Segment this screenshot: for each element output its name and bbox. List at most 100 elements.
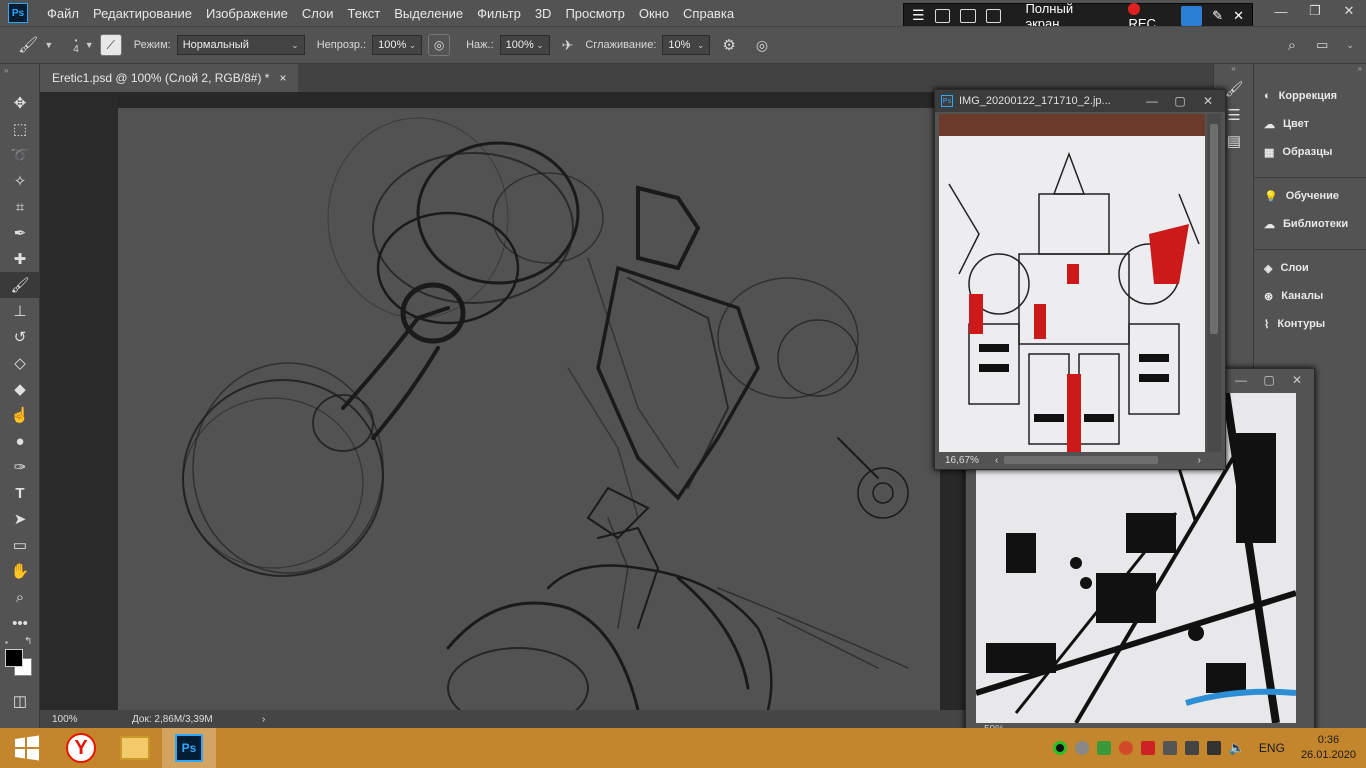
type-tool-icon[interactable]: T	[0, 480, 40, 506]
reference-window-1-scrollbar[interactable]	[1207, 114, 1221, 452]
reference-window-1-zoom[interactable]: 16,67%	[945, 455, 995, 466]
quick-mask-icon[interactable]: ◫	[0, 688, 40, 714]
region-select-icon[interactable]	[960, 8, 976, 23]
menu-layers[interactable]: Слои	[295, 6, 341, 21]
maximize-icon[interactable]: ▢	[1258, 373, 1280, 387]
crop-select-icon[interactable]	[985, 8, 1002, 23]
default-colors-icon[interactable]: ▪	[5, 638, 8, 647]
recorder-close-icon[interactable]: ✕	[1233, 8, 1244, 24]
network-icon[interactable]	[1206, 741, 1221, 755]
collapse-arrows-icon[interactable]: »	[1254, 64, 1366, 82]
brush-panel-toggle-icon[interactable]: ⟋	[99, 34, 122, 56]
path-selection-tool-icon[interactable]: ➤	[0, 506, 40, 532]
smoothing-input[interactable]: 10% ⌄	[662, 35, 711, 55]
sketch-canvas[interactable]	[118, 108, 940, 710]
language-indicator[interactable]: ENG	[1259, 741, 1285, 755]
minimize-button[interactable]: —	[1264, 0, 1298, 22]
zoom-tool-icon[interactable]: ⌕	[0, 584, 40, 610]
menu-file[interactable]: Файл	[40, 6, 86, 21]
tray-icon[interactable]	[1118, 741, 1133, 755]
panel-color[interactable]: ☁ Цвет	[1254, 110, 1366, 138]
history-brush-tool-icon[interactable]: ↺	[0, 324, 40, 350]
paint-bucket-tool-icon[interactable]: ◆	[0, 376, 40, 402]
status-menu-arrow-icon[interactable]: ›	[262, 714, 265, 725]
tray-icon[interactable]	[1184, 741, 1199, 755]
menu-3d[interactable]: 3D	[528, 6, 559, 21]
menu-help[interactable]: Справка	[676, 6, 741, 21]
menu-image[interactable]: Изображение	[199, 6, 295, 21]
record-status-icon[interactable]	[1052, 741, 1067, 755]
menu-window[interactable]: Окно	[632, 6, 676, 21]
close-icon[interactable]: ✕	[1197, 94, 1219, 108]
pressure-input[interactable]: 100% ⌄	[499, 35, 550, 55]
foreground-color-swatch[interactable]	[5, 649, 23, 667]
camera-icon[interactable]	[1180, 5, 1203, 26]
close-button[interactable]: ✕	[1332, 0, 1366, 22]
swap-colors-icon[interactable]: ↰	[24, 636, 32, 647]
lasso-tool-icon[interactable]: ➰	[0, 142, 40, 168]
scroll-thumb[interactable]	[1210, 124, 1218, 334]
tray-icon[interactable]	[1162, 741, 1177, 755]
photoshop-taskbar-button[interactable]: Ps	[162, 728, 216, 768]
crop-tool-icon[interactable]: ⌗	[0, 194, 40, 220]
opacity-input[interactable]: 100% ⌄	[372, 35, 423, 55]
minimize-icon[interactable]: —	[1141, 94, 1163, 108]
horizontal-scrollbar[interactable]	[1004, 456, 1158, 464]
pen-tool-icon[interactable]: ✑	[0, 454, 40, 480]
shield-icon[interactable]	[1096, 741, 1111, 755]
menu-edit[interactable]: Редактирование	[86, 6, 199, 21]
clock[interactable]: 0:36 26.01.2020	[1301, 733, 1356, 763]
magic-wand-tool-icon[interactable]: ✧	[0, 168, 40, 194]
more-tools-icon[interactable]: •••	[0, 610, 40, 636]
marquee-tool-icon[interactable]: ⬚	[0, 116, 40, 142]
minimize-icon[interactable]: —	[1230, 373, 1252, 387]
yandex-browser-button[interactable]: Y	[54, 728, 108, 768]
zoom-level[interactable]: 100%	[52, 714, 132, 725]
tab-close-icon[interactable]: ×	[279, 71, 286, 85]
rectangle-tool-icon[interactable]: ▭	[0, 532, 40, 558]
brush-tool-icon[interactable]: 🖌	[0, 272, 40, 298]
panel-paths[interactable]: ⌇ Контуры	[1254, 310, 1366, 338]
panel-channels[interactable]: ⊛ Каналы	[1254, 282, 1366, 310]
menu-type[interactable]: Текст	[341, 6, 388, 21]
chevron-down-icon[interactable]: ▼	[85, 40, 94, 50]
window-select-icon[interactable]	[934, 8, 951, 23]
healing-brush-tool-icon[interactable]: ✚	[0, 246, 40, 272]
panel-swatches[interactable]: ▦ Образцы	[1254, 138, 1366, 166]
airbrush-icon[interactable]: ✈	[562, 37, 574, 54]
mode-select[interactable]: Нормальный ⌄	[176, 35, 305, 55]
eraser-tool-icon[interactable]: ◇	[0, 350, 40, 376]
pressure-opacity-icon[interactable]: ◎	[428, 34, 451, 56]
eyedropper-tool-icon[interactable]: ✒	[0, 220, 40, 246]
tray-icon[interactable]	[1074, 741, 1089, 755]
close-icon[interactable]: ✕	[1286, 373, 1308, 387]
chevron-down-icon[interactable]: ⌄	[1346, 40, 1354, 51]
volume-icon[interactable]: 🔈	[1229, 740, 1245, 756]
start-button[interactable]	[0, 728, 54, 768]
search-icon[interactable]: ⌕	[1288, 37, 1296, 54]
gear-icon[interactable]: ⚙	[722, 36, 735, 54]
file-explorer-button[interactable]	[108, 728, 162, 768]
collapse-arrows-icon[interactable]: »	[0, 64, 39, 90]
brush-size-picker[interactable]: • 4	[73, 36, 79, 55]
dodge-tool-icon[interactable]: ●	[0, 428, 40, 454]
collapse-arrows-icon[interactable]: «	[1214, 64, 1253, 76]
scroll-left-icon[interactable]: ‹	[995, 455, 998, 466]
move-tool-icon[interactable]: ✥	[0, 90, 40, 116]
tray-icon[interactable]	[1140, 741, 1155, 755]
panel-learn[interactable]: 💡 Обучение	[1254, 182, 1366, 210]
menu-view[interactable]: Просмотр	[558, 6, 631, 21]
stamp-tool-icon[interactable]: ⊥	[0, 298, 40, 324]
panel-adjustments[interactable]: ◐ Коррекция	[1254, 82, 1366, 110]
smudge-tool-icon[interactable]: ☝	[0, 402, 40, 428]
reference-window-1-titlebar[interactable]: Ps IMG_20200122_171710_2.jp... — ▢ ✕	[935, 90, 1225, 112]
menu-select[interactable]: Выделение	[387, 6, 470, 21]
panel-libraries[interactable]: ☁ Библиотеки	[1254, 210, 1366, 238]
pressure-size-icon[interactable]: ◎	[756, 37, 768, 54]
maximize-icon[interactable]: ▢	[1169, 94, 1191, 108]
reference-window-1[interactable]: Ps IMG_20200122_171710_2.jp... — ▢ ✕ 16,…	[934, 89, 1226, 470]
menu-lines-icon[interactable]: ☰	[912, 7, 925, 24]
document-tab[interactable]: Eretic1.psd @ 100% (Слой 2, RGB/8#) * ×	[40, 64, 299, 92]
menu-filter[interactable]: Фильтр	[470, 6, 528, 21]
chevron-down-icon[interactable]: ▼	[44, 40, 53, 50]
